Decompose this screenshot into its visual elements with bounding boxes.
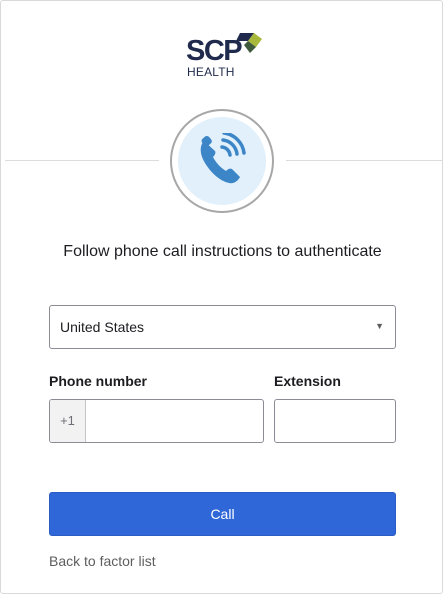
extension-input[interactable]	[274, 399, 396, 443]
logo-mark-icon	[236, 33, 262, 53]
phone-number-group: +1	[49, 399, 264, 443]
auth-card: SCP HEALTH Follow phone call instruction…	[0, 0, 443, 594]
scp-health-logo: SCP HEALTH	[186, 33, 266, 81]
chevron-down-icon: ▼	[375, 321, 384, 331]
page-title: Follow phone call instructions to authen…	[63, 243, 382, 260]
phone-call-icon	[200, 133, 246, 184]
logo-subtitle: HEALTH	[187, 65, 235, 79]
factor-icon-ring	[170, 109, 274, 213]
phone-number-input[interactable]	[87, 400, 263, 442]
logo-text: SCP	[186, 35, 243, 67]
factor-icon-background	[178, 117, 266, 205]
divider-left	[5, 160, 159, 161]
phone-number-label: Phone number	[49, 373, 148, 389]
country-select-value: United States	[60, 319, 145, 335]
country-select[interactable]: United States ▼	[49, 305, 396, 349]
country-code-prefix: +1	[50, 400, 86, 442]
call-button[interactable]: Call	[49, 492, 396, 536]
divider-right	[286, 160, 443, 161]
back-to-factor-list-link[interactable]: Back to factor list	[49, 553, 156, 569]
extension-label: Extension	[274, 373, 341, 389]
